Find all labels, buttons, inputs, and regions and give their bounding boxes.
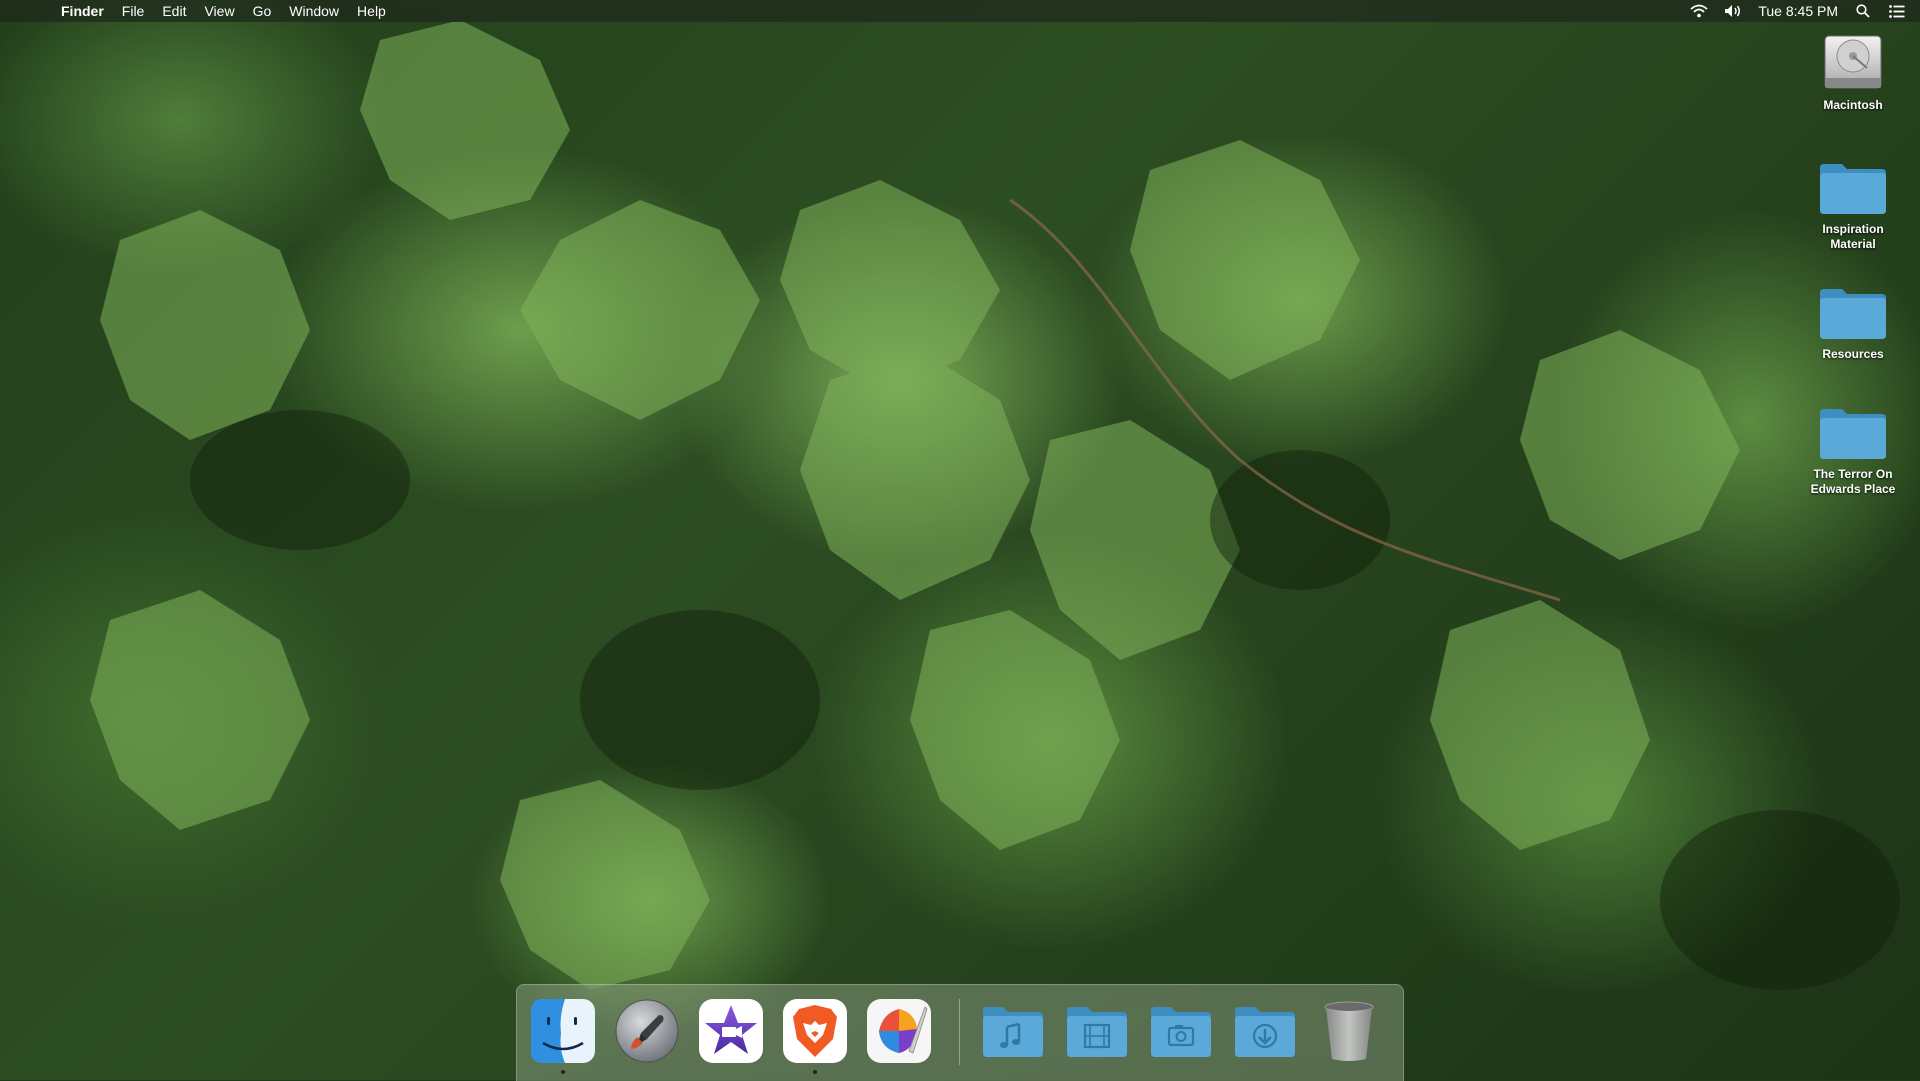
menu-edit[interactable]: Edit bbox=[153, 0, 195, 22]
dock-brave-browser[interactable] bbox=[781, 997, 849, 1074]
menu-help[interactable]: Help bbox=[348, 0, 395, 22]
menu-view[interactable]: View bbox=[195, 0, 243, 22]
running-indicator bbox=[561, 1070, 565, 1074]
spotlight-search-icon[interactable] bbox=[1854, 3, 1872, 19]
desktop-icon-the-terror-on-edwards-place[interactable]: The Terror On Edwards Place bbox=[1798, 405, 1908, 497]
trash-icon bbox=[1324, 1001, 1374, 1061]
volume-icon[interactable] bbox=[1724, 3, 1742, 19]
music-folder-icon bbox=[983, 1007, 1043, 1057]
menu-clock[interactable]: Tue 8:45 PM bbox=[1758, 0, 1838, 22]
dock-pictures-folder[interactable] bbox=[1147, 997, 1215, 1065]
folder-icon bbox=[1820, 164, 1886, 214]
finder-icon bbox=[531, 999, 595, 1063]
folder-icon bbox=[1820, 289, 1886, 339]
desktop-icon-label: The Terror On Edwards Place bbox=[1810, 467, 1896, 496]
app-menu-finder[interactable]: Finder bbox=[52, 0, 113, 22]
dock-music-folder[interactable] bbox=[979, 997, 1047, 1065]
menu-window[interactable]: Window bbox=[280, 0, 348, 22]
running-indicator bbox=[813, 1070, 817, 1074]
dock bbox=[516, 984, 1404, 1081]
notification-center-icon[interactable] bbox=[1888, 3, 1906, 19]
pixelmator-icon bbox=[867, 999, 931, 1063]
desktop-icon-label: Resources bbox=[1822, 347, 1884, 361]
desktop-icon-label: Macintosh bbox=[1823, 98, 1883, 112]
folder-icon bbox=[1820, 409, 1886, 459]
dock-downloads-folder[interactable] bbox=[1231, 997, 1299, 1065]
dock-separator bbox=[959, 999, 960, 1065]
desktop-wallpaper bbox=[0, 0, 1920, 1080]
dock-movies-folder[interactable] bbox=[1063, 997, 1131, 1065]
movies-folder-icon bbox=[1067, 1007, 1127, 1057]
desktop-icon-resources[interactable]: Resources bbox=[1798, 285, 1908, 362]
downloads-folder-icon bbox=[1235, 1007, 1295, 1057]
menu-file[interactable]: File bbox=[113, 0, 154, 22]
desktop-icon-label: Inspiration Material bbox=[1822, 222, 1884, 251]
dock-trash[interactable] bbox=[1315, 997, 1383, 1065]
pictures-folder-icon bbox=[1151, 1007, 1211, 1057]
imovie-icon bbox=[699, 999, 763, 1063]
dock-launchpad[interactable] bbox=[613, 997, 681, 1065]
hard-drive-icon bbox=[1821, 30, 1885, 94]
dock-imovie[interactable] bbox=[697, 997, 765, 1065]
launchpad-icon bbox=[615, 999, 679, 1063]
desktop-icon-macintosh[interactable]: Macintosh bbox=[1798, 30, 1908, 113]
dock-finder[interactable] bbox=[529, 997, 597, 1074]
brave-browser-icon bbox=[783, 999, 847, 1063]
wifi-icon[interactable] bbox=[1690, 3, 1708, 19]
desktop-icon-inspiration-material[interactable]: Inspiration Material bbox=[1798, 160, 1908, 252]
menu-bar: Finder File Edit View Go Window Help Tue… bbox=[0, 0, 1920, 22]
menu-go[interactable]: Go bbox=[244, 0, 281, 22]
dock-pixelmator[interactable] bbox=[865, 997, 933, 1065]
